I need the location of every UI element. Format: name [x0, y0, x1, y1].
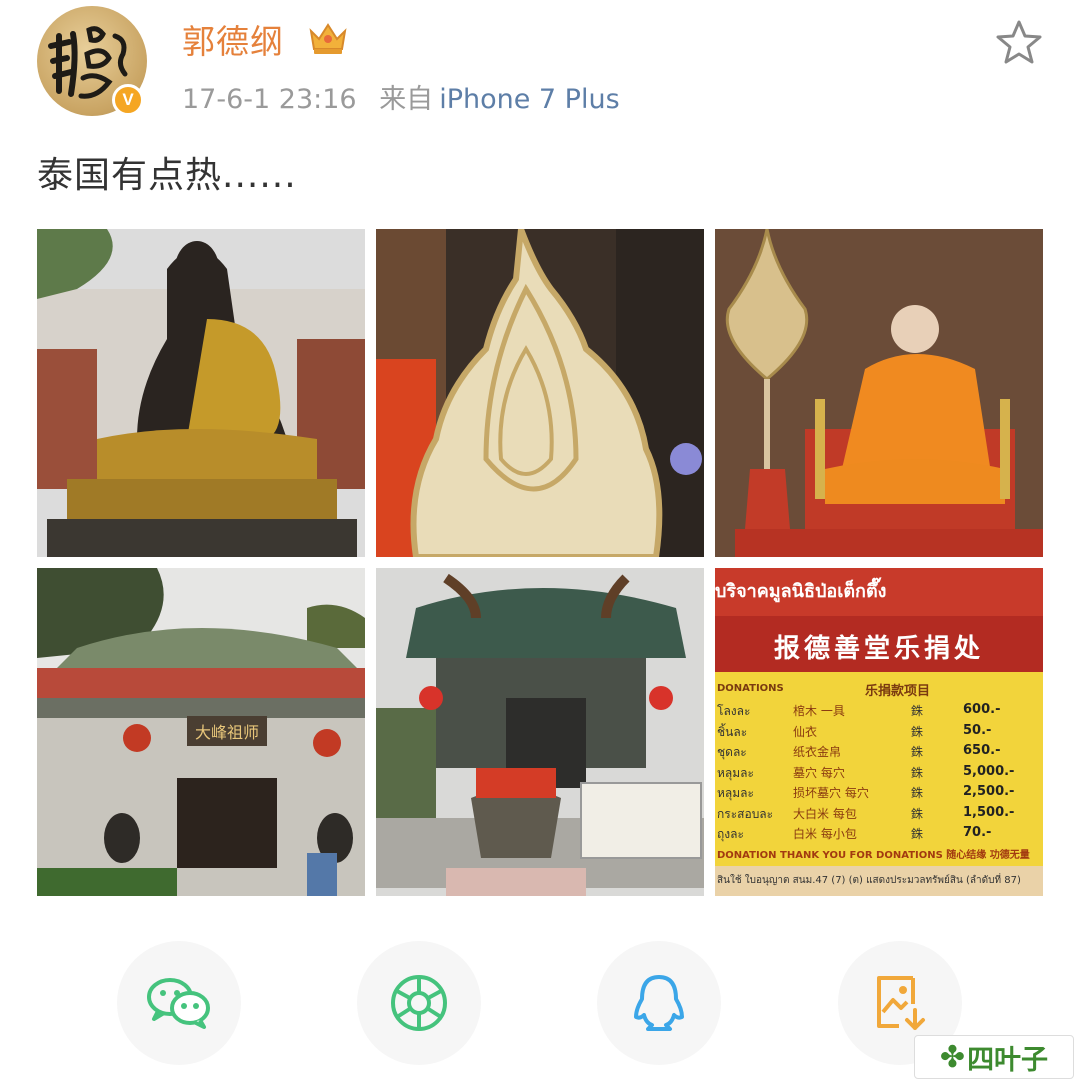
- share-wechat-button[interactable]: [117, 941, 241, 1065]
- qq-icon: [634, 975, 684, 1031]
- source-prefix: 来自: [379, 84, 434, 115]
- temple-altar-photo: [376, 568, 704, 896]
- board-list-heading: 乐捐款项目: [865, 684, 931, 699]
- author-name[interactable]: 郭德纲: [182, 15, 284, 63]
- donation-row-amount: 50.-: [963, 722, 992, 738]
- donation-row-unit: 銖: [911, 827, 924, 841]
- donation-row-item: 白米 每小包: [793, 827, 857, 841]
- donation-row-item: 纸衣金帛: [793, 745, 842, 759]
- donation-row: ชิ้นละ 仙衣 銖 50.-: [715, 723, 1043, 744]
- photo-tile-3[interactable]: [715, 229, 1043, 557]
- board-thai-header: บริจาคมูลนิธิป่อเต็กตึ๊ง: [715, 581, 887, 602]
- share-moments-button[interactable]: [357, 941, 481, 1065]
- photo-tile-1[interactable]: [37, 229, 365, 557]
- board-bottom-line: ใบอนุญาต สนม.47 (7) (ต) แสดงประมวลทรัพย์…: [744, 875, 1021, 886]
- golden-ornament-photo: [376, 229, 704, 557]
- photo-tile-2[interactable]: [376, 229, 704, 557]
- save-image-icon: [877, 976, 925, 1030]
- donation-rows: โลงละ 棺木 一具銖 600.- ชิ้นละ 仙衣銖 50.- ชุดละ 纸衣金帛銖 6…: [715, 702, 1043, 846]
- donation-row-amount: 1,500.-: [963, 804, 1015, 820]
- donation-row-amount: 2,500.-: [963, 784, 1015, 799]
- donation-row: หลุมละ 损坏墓穴 每穴 銖 2,500.-: [715, 784, 1043, 805]
- photo-tile-5[interactable]: [376, 568, 704, 896]
- donation-row-thai: โลงละ: [717, 704, 751, 718]
- watermark: ✤ 四叶子: [914, 1035, 1074, 1079]
- board-left-heading: DONATIONS: [717, 683, 784, 694]
- donation-row-item: 墓穴 每穴: [793, 765, 845, 780]
- donation-row-amount: 70.-: [963, 825, 992, 840]
- buddha-statue-photo: [37, 229, 365, 557]
- star-outline-icon[interactable]: [994, 17, 1044, 67]
- wechat-icon: [147, 978, 210, 1029]
- donation-row-unit: 銖: [911, 786, 924, 800]
- donation-row-amount: 600.-: [963, 702, 1001, 717]
- donation-row-thai: หลุมละ: [717, 786, 754, 800]
- donation-row-unit: 銖: [911, 745, 924, 759]
- donation-row-thai: ถุงละ: [717, 827, 744, 841]
- donation-row-thai: กระสอบละ: [717, 806, 774, 821]
- donation-row-item: 大白米 每包: [793, 806, 857, 821]
- donation-row-thai: หลุมละ: [717, 765, 754, 780]
- board-chinese-header: 报德善堂乐捐处: [773, 634, 984, 664]
- photo-tile-6[interactable]: บริจาคมูลนิธิป่อเต็กตึ๊ง 报德善堂乐捐处 DONATIO…: [715, 568, 1043, 896]
- donation-row-item: 棺木 一具: [793, 704, 845, 718]
- donation-row-unit: 銖: [911, 806, 924, 821]
- donation-row-thai: ชุดละ: [717, 745, 747, 759]
- post-timestamp: 17-6-1 23:16: [182, 84, 357, 115]
- donation-row-amount: 650.-: [963, 743, 1001, 758]
- donation-row-unit: 銖: [911, 704, 924, 718]
- share-qq-button[interactable]: [597, 941, 721, 1065]
- post-meta: 17-6-1 23:16 来自 iPhone 7 Plus: [182, 77, 620, 116]
- wechat-moments-icon: [391, 975, 447, 1031]
- donation-row-thai: ชิ้นละ: [717, 724, 748, 739]
- donation-board: บริจาคมูลนิธิป่อเต็กตึ๊ง 报德善堂乐捐处 DONATIO…: [715, 568, 1043, 896]
- donation-row: ถุงละ 白米 每小包 銖 70.-: [715, 825, 1043, 846]
- verified-badge: V: [112, 84, 144, 116]
- donation-row-item: 损坏墓穴 每穴: [793, 786, 869, 800]
- donation-row-item: 仙衣: [793, 724, 818, 739]
- donation-row: ชุดละ 纸衣金帛 銖 650.-: [715, 743, 1043, 764]
- shrine-gate-photo: 大峰祖师: [37, 568, 365, 896]
- donation-row: หลุมละ 墓穴 每穴 銖 5,000.-: [715, 764, 1043, 785]
- crown-icon[interactable]: [307, 19, 349, 57]
- board-bottom-start: สินใช้: [717, 875, 742, 886]
- device-link[interactable]: iPhone 7 Plus: [439, 84, 619, 115]
- donation-row: กระสอบละ 大白米 每包 銖 1,500.-: [715, 805, 1043, 826]
- board-footer: DONATION THANK YOU FOR DONATIONS 随心结缘 功德…: [717, 850, 1030, 861]
- donation-row-unit: 銖: [911, 765, 924, 780]
- photo-tile-4[interactable]: 大峰祖师: [37, 568, 365, 896]
- clover-icon: ✤: [939, 1039, 966, 1075]
- donation-row-unit: 銖: [911, 724, 924, 739]
- watermark-text: 四叶子: [967, 1044, 1049, 1076]
- donation-row: โลงละ 棺木 一具 銖 600.-: [715, 702, 1043, 723]
- post-text: 泰国有点热......: [37, 155, 297, 196]
- donation-row-amount: 5,000.-: [963, 763, 1015, 779]
- shrine-plaque: 大峰祖师: [195, 723, 259, 742]
- monk-portrait-photo: [715, 229, 1043, 557]
